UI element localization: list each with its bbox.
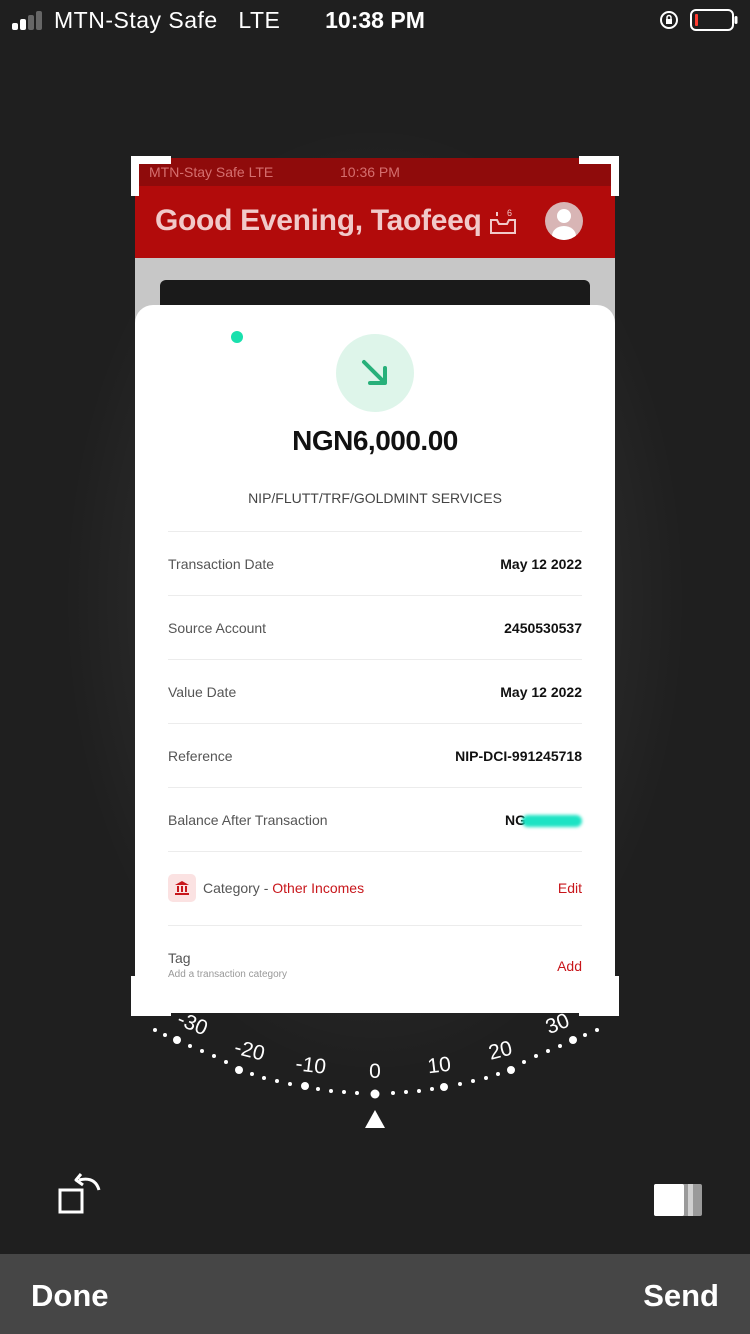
notification-count: 6 [507, 208, 512, 218]
done-button[interactable]: Done [31, 1278, 109, 1314]
category-row: Category - Other Incomes Edit [168, 851, 582, 925]
indicator-dot [231, 331, 243, 343]
category-label: Category - Other Incomes [203, 880, 365, 896]
status-bar: MTN-Stay Safe LTE 10:38 PM [0, 0, 750, 42]
row-label: Reference [168, 748, 233, 764]
edit-category-link[interactable]: Edit [558, 880, 582, 896]
incoming-arrow-icon [336, 334, 414, 412]
row-label: Value Date [168, 684, 237, 700]
app-header: Good Evening, Taofeeq 6 [135, 186, 615, 258]
detail-row-transaction-date: Transaction Date May 12 2022 [168, 531, 582, 595]
row-label: Source Account [168, 620, 267, 636]
battery-low-icon [690, 9, 738, 31]
bank-icon [168, 874, 196, 902]
dial-label: 10 [426, 1053, 452, 1079]
row-value: May 12 2022 [500, 684, 582, 700]
detail-row-reference: Reference NIP-DCI-991245718 [168, 723, 582, 787]
bottom-toolbar: Done Send [0, 1254, 750, 1334]
crop-handle-top-left-vertical[interactable] [131, 156, 139, 196]
row-value: 2450530537 [504, 620, 582, 636]
detail-row-value-date: Value Date May 12 2022 [168, 659, 582, 723]
preview-status-bar: MTN-Stay Safe LTE 10:36 PM [135, 158, 615, 186]
straighten-dial[interactable]: -30 -20 -10 0 10 20 30 [0, 990, 750, 1140]
preview-time: 10:36 PM [340, 164, 400, 180]
aspect-ratio-icon[interactable] [650, 1180, 706, 1220]
crop-handle-top-right-vertical[interactable] [611, 156, 619, 196]
tag-label: Tag [168, 950, 191, 966]
row-value: NIP-DCI-991245718 [455, 748, 582, 764]
tag-hint: Add a transaction category [168, 969, 287, 980]
row-label: Balance After Transaction [168, 812, 328, 828]
detail-row-source-account: Source Account 2450530537 [168, 595, 582, 659]
dial-label: -10 [294, 1052, 327, 1079]
dial-label: 20 [486, 1037, 514, 1065]
category-value: Other Incomes [272, 880, 365, 896]
dial-pointer-icon [365, 1110, 385, 1128]
row-value: NG [505, 812, 582, 828]
transaction-description: NIP/FLUTT/TRF/GOLDMINT SERVICES [248, 490, 502, 506]
orientation-lock-icon [660, 11, 678, 29]
dial-label: 0 [369, 1060, 381, 1083]
row-value: May 12 2022 [500, 556, 582, 572]
greeting-title: Good Evening, Taofeeq [155, 204, 482, 237]
detail-row-balance: Balance After Transaction NG [168, 787, 582, 851]
inbox-icon: 6 [490, 208, 516, 234]
row-label: Transaction Date [168, 556, 275, 572]
transaction-details-sheet: NGN6,000.00 NIP/FLUTT/TRF/GOLDMINT SERVI… [135, 305, 615, 1013]
avatar [545, 202, 583, 240]
transaction-amount: NGN6,000.00 [292, 425, 458, 456]
add-tag-link[interactable]: Add [557, 958, 582, 974]
send-button[interactable]: Send [643, 1278, 719, 1314]
rotate-icon[interactable] [55, 1170, 105, 1220]
dial-label: -30 [174, 1008, 211, 1041]
preview-carrier: MTN-Stay Safe LTE [149, 164, 274, 180]
status-time: 10:38 PM [325, 7, 425, 33]
screenshot-preview[interactable]: MTN-Stay Safe LTE 10:36 PM Good Evening,… [135, 158, 615, 1013]
dial-label: -20 [232, 1036, 267, 1066]
dial-label: 30 [542, 1009, 572, 1039]
redaction-mark [522, 815, 582, 828]
